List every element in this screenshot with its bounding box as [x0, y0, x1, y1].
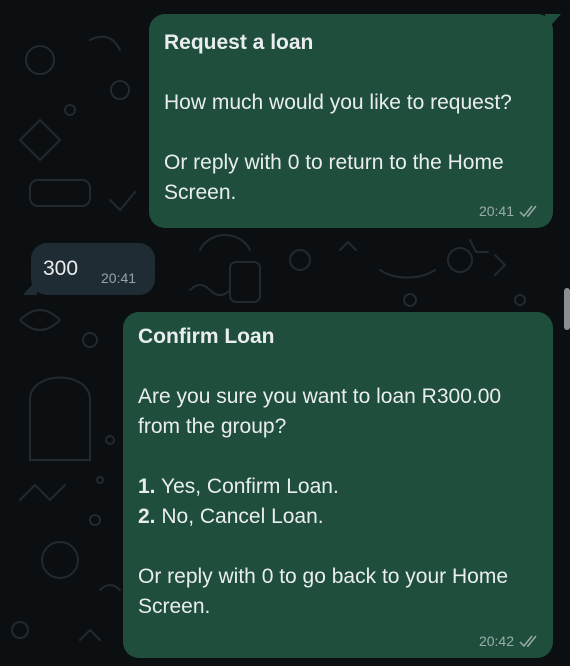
message-time: 20:42: [478, 633, 514, 649]
outgoing-message-request-loan[interactable]: Request a loan How much would you like t…: [149, 14, 561, 228]
option-text: Yes, Confirm Loan.: [160, 475, 339, 498]
bubble-tail: [23, 279, 37, 295]
option-number: 1.: [138, 475, 156, 498]
option-text: No, Cancel Loan.: [161, 505, 324, 528]
message-time: 20:41: [478, 203, 514, 219]
message-footer: Or reply with 0 to return to the Home Sc…: [164, 151, 504, 204]
double-check-icon: [519, 635, 537, 647]
message-time: 20:41: [101, 270, 137, 286]
option-item: 2. No, Cancel Loan.: [138, 502, 538, 532]
message-text: Are you sure you want to loan R300.00 fr…: [138, 385, 502, 438]
incoming-message[interactable]: 300 20:41: [23, 243, 155, 295]
message-text: How much would you like to request?: [164, 91, 512, 114]
message-footer: Or reply with 0 to go back to your Home …: [138, 565, 508, 618]
message-title: Request a loan: [164, 31, 314, 54]
double-check-icon: [519, 205, 537, 217]
option-item: 1. Yes, Confirm Loan.: [138, 472, 538, 502]
message-meta: 20:41: [479, 203, 539, 219]
outgoing-message-confirm-loan[interactable]: Confirm Loan Are you sure you want to lo…: [123, 312, 553, 658]
option-number: 2.: [138, 505, 156, 528]
chat-window: Request a loan How much would you like t…: [0, 0, 570, 666]
bubble-tail: [545, 14, 561, 32]
message-meta: 20:41: [101, 270, 136, 286]
message-title: Confirm Loan: [138, 325, 275, 348]
message-text: 300: [43, 257, 79, 280]
scrollbar[interactable]: [564, 288, 570, 330]
message-meta: 20:42: [479, 633, 539, 649]
